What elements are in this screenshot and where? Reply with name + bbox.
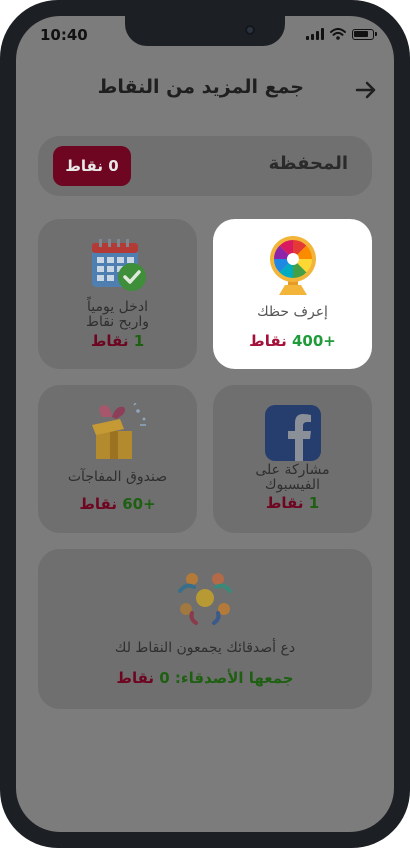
battery-icon [352, 28, 377, 40]
status-time: 10:40 [40, 26, 88, 44]
facebook-share-card[interactable]: مشاركة على الفيسبوك 1 نقاط [213, 385, 372, 533]
facebook-share-points-unit: نقاط [265, 494, 304, 512]
surprise-box-card[interactable]: صندوق المفاجآت +60 نقاط [38, 385, 197, 533]
daily-login-points: 1 نقاط [38, 332, 197, 350]
notch [125, 16, 285, 46]
prize-wheel-icon [270, 236, 316, 295]
status-icons [306, 28, 377, 40]
invite-friends-card[interactable]: دع أصدقائك يجمعون النقاط لك جمعها الأصدق… [38, 549, 372, 709]
wifi-icon [330, 28, 346, 40]
daily-login-label-line1: ادخل يومياً [87, 299, 148, 315]
wallet-bar: المحفظة 0 نقاط [38, 136, 372, 196]
facebook-share-points: 1 نقاط [213, 494, 372, 512]
lucky-wheel-points: +400 نقاط [213, 332, 372, 350]
lucky-wheel-points-value: +400 [291, 332, 336, 350]
phone-frame: 10:40 جمع المزيد من النقاط المحفظة 0 نقا… [0, 0, 410, 848]
header: جمع المزيد من النقاط [16, 68, 394, 112]
calendar-check-icon [92, 239, 146, 291]
daily-login-points-value: 1 [133, 332, 145, 350]
lucky-wheel-card[interactable]: إعرف حظك +400 نقاط [213, 219, 372, 369]
daily-login-points-unit: نقاط [90, 332, 129, 350]
daily-login-label-line2: واربح نقاط [86, 314, 149, 330]
wallet-label: المحفظة [268, 153, 348, 174]
facebook-icon [265, 405, 321, 461]
facebook-share-label-line2: الفيسبوك [265, 477, 320, 493]
page-title: جمع المزيد من النقاط [97, 76, 304, 98]
wallet-points-badge: 0 نقاط [53, 146, 131, 186]
friends-collected-label: جمعها الأصدقاء: [174, 669, 294, 687]
surprise-box-points-value: +60 [122, 495, 156, 513]
gift-box-icon [92, 403, 146, 459]
invite-friends-text: دع أصدقائك يجمعون النقاط لك [114, 640, 296, 656]
back-arrow-icon[interactable] [354, 78, 378, 102]
friends-collected-unit: نقاط [116, 669, 155, 687]
friends-collected-row: جمعها الأصدقاء: 0 نقاط [38, 669, 372, 687]
lucky-wheel-label: إعرف حظك [257, 304, 328, 320]
surprise-box-points-unit: نقاط [79, 495, 117, 513]
camera-icon [245, 25, 255, 35]
friends-circle-icon [178, 573, 232, 625]
surprise-box-label: صندوق المفاجآت [67, 469, 168, 485]
lucky-wheel-points-unit: نقاط [249, 332, 287, 350]
screen: 10:40 جمع المزيد من النقاط المحفظة 0 نقا… [16, 16, 394, 832]
signal-icon [306, 28, 324, 40]
facebook-share-label-line1: مشاركة على [255, 462, 330, 478]
friends-collected-value: 0 [159, 669, 170, 687]
surprise-box-points: +60 نقاط [38, 495, 197, 513]
daily-login-card[interactable]: ادخل يومياً واربح نقاط 1 نقاط [38, 219, 197, 369]
facebook-share-points-value: 1 [308, 494, 320, 512]
